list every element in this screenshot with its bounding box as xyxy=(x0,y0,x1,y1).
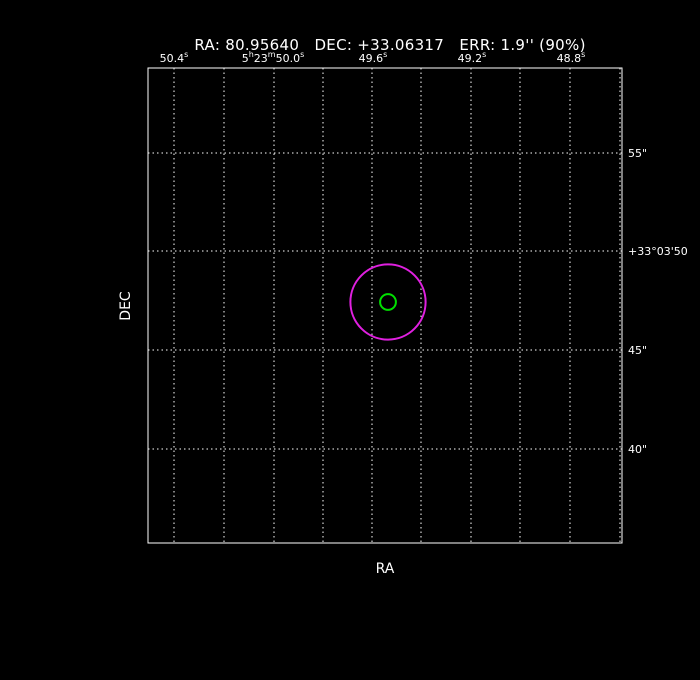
markers xyxy=(349,263,427,341)
y-tick-labels: 55" +33°03'50 45" 40" xyxy=(628,147,688,456)
x-tick-label: 49.6s xyxy=(359,50,388,65)
error-circle xyxy=(349,263,427,341)
x-axis-label: RA xyxy=(376,561,395,577)
grid-vertical xyxy=(173,68,621,543)
y-tick-label: 40" xyxy=(628,443,647,456)
y-tick-label: 55" xyxy=(628,147,647,160)
source-marker xyxy=(379,293,397,311)
grid-horizontal xyxy=(148,152,622,450)
plot-frame xyxy=(147,67,623,544)
x-tick-label: 50.4s xyxy=(160,50,189,65)
x-tick-label: 48.8s xyxy=(557,50,586,65)
x-tick-label: 49.2s xyxy=(458,50,487,65)
y-tick-label: +33°03'50 xyxy=(628,245,688,258)
y-axis-label: DEC xyxy=(118,291,134,321)
x-tick-label: 5h23m50.0s xyxy=(242,50,305,65)
y-tick-label: 45" xyxy=(628,344,647,357)
sky-plot: 50.4s 5h23m50.0s 49.6s 49.2s 48.8s 55" +33°03… xyxy=(118,50,688,577)
x-tick-labels: 50.4s 5h23m50.0s 49.6s 49.2s 48.8s xyxy=(160,50,586,65)
